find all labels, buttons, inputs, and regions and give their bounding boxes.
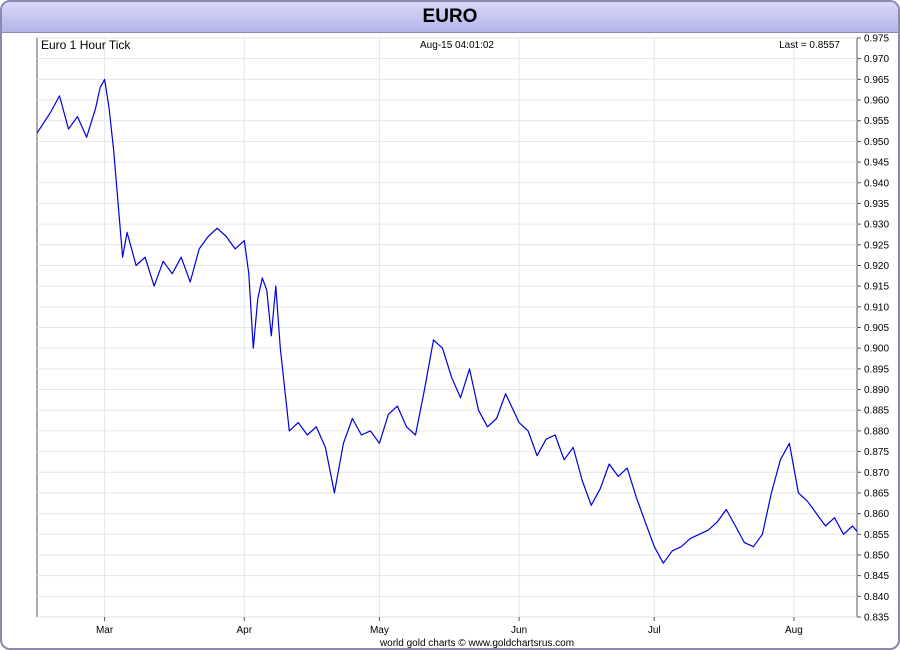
- y-tick-label: 0.905: [864, 323, 889, 334]
- y-tick-label: 0.935: [864, 199, 889, 210]
- chart-window: EURO 0.975 0.970 0.965 0.960 0.955 0.950 0.945…: [0, 0, 900, 650]
- y-axis-ticks: 0.975 0.970 0.965 0.960 0.955 0.950 0.945 0.940…: [857, 34, 889, 624]
- y-tick-label: 0.845: [864, 571, 889, 582]
- y-tick-label: 0.855: [864, 530, 889, 541]
- y-tick-label: 0.950: [864, 137, 889, 148]
- y-tick-label: 0.970: [864, 54, 889, 65]
- timestamp-label: Aug-15 04:01:02: [420, 40, 494, 51]
- x-tick-label: Mar: [96, 625, 114, 636]
- y-tick-label: 0.930: [864, 220, 889, 231]
- y-tick-label: 0.945: [864, 158, 889, 169]
- y-tick-label: 0.895: [864, 364, 889, 375]
- y-tick-label: 0.910: [864, 302, 889, 313]
- y-tick-label: 0.850: [864, 550, 889, 561]
- y-tick-label: 0.975: [864, 34, 889, 45]
- y-tick-label: 0.870: [864, 468, 889, 479]
- y-tick-label: 0.915: [864, 282, 889, 293]
- y-tick-label: 0.860: [864, 509, 889, 520]
- last-value-label: Last = 0.8557: [779, 40, 840, 51]
- y-tick-label: 0.840: [864, 592, 889, 603]
- x-tick-label: Apr: [236, 625, 252, 636]
- y-tick-label: 0.960: [864, 96, 889, 107]
- x-tick-label: Jun: [511, 625, 527, 636]
- y-tick-label: 0.835: [864, 613, 889, 624]
- y-tick-label: 0.875: [864, 447, 889, 458]
- x-axis-ticks: Mar Apr May Jun Jul Aug: [96, 617, 803, 636]
- y-tick-label: 0.925: [864, 240, 889, 251]
- euro-line-chart: 0.975 0.970 0.965 0.960 0.955 0.950 0.945 0.940…: [36, 34, 889, 648]
- y-tick-label: 0.865: [864, 488, 889, 499]
- chart-subtitle: Euro 1 Hour Tick: [41, 38, 131, 52]
- y-tick-label: 0.885: [864, 406, 889, 417]
- x-tick-label: Jul: [648, 625, 661, 636]
- y-tick-label: 0.940: [864, 178, 889, 189]
- y-tick-label: 0.955: [864, 116, 889, 127]
- footer-credit: world gold charts © www.goldchartsrus.co…: [379, 638, 574, 648]
- y-tick-label: 0.880: [864, 426, 889, 437]
- y-tick-label: 0.965: [864, 75, 889, 86]
- x-tick-label: Aug: [785, 625, 803, 636]
- x-tick-label: May: [370, 625, 389, 636]
- y-tick-label: 0.900: [864, 344, 889, 355]
- y-tick-label: 0.890: [864, 385, 889, 396]
- y-tick-label: 0.920: [864, 261, 889, 272]
